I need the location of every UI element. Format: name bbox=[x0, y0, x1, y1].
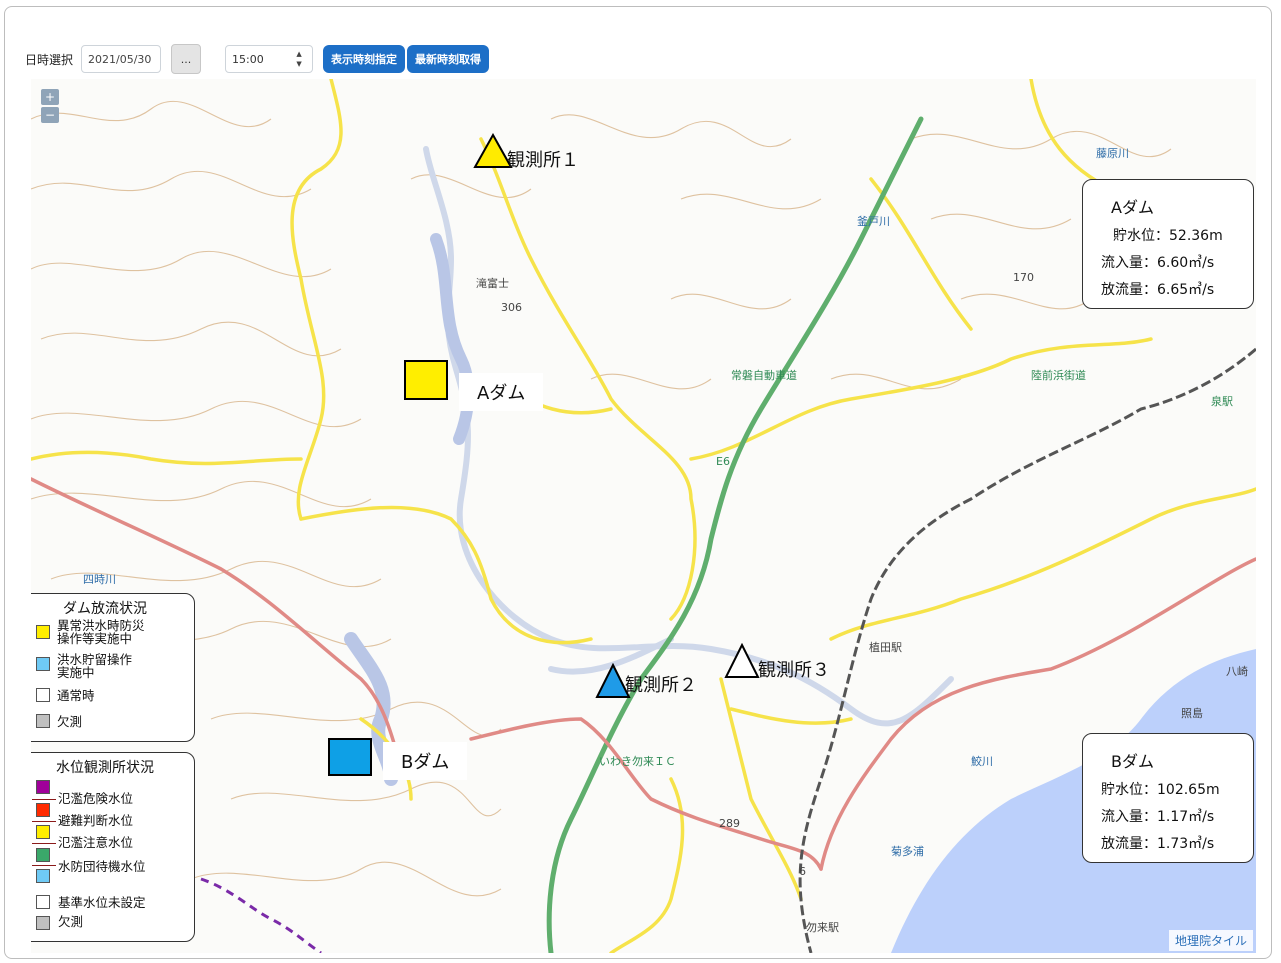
info-outflow: 放流量：6.65㎥/s bbox=[1101, 282, 1215, 298]
dam-b-label[interactable]: Bダム bbox=[383, 742, 468, 780]
dam-a-square-icon[interactable] bbox=[404, 360, 448, 400]
zoom-in-button[interactable]: + bbox=[41, 89, 59, 105]
place-label: 照島 bbox=[1181, 706, 1203, 720]
time-spinner[interactable]: ▲ ▼ bbox=[290, 50, 308, 68]
display-time-button[interactable]: 表示時刻指定 bbox=[323, 45, 406, 73]
station-3-fill bbox=[724, 643, 760, 678]
legend-swatch bbox=[36, 780, 50, 794]
time-value: 15:00 bbox=[232, 52, 264, 66]
dam-b-info-box: Bダム 貯水位：102.65m 流入量：1.17㎥/s 放流量：1.73㎥/s bbox=[1082, 733, 1254, 863]
dam-a-info-box: Aダム 貯水位：52.36m 流入量：6.60㎥/s 放流量：6.65㎥/s bbox=[1082, 179, 1254, 309]
zoom-out-button[interactable]: − bbox=[41, 107, 59, 123]
place-label: 植田駅 bbox=[869, 640, 902, 654]
zoom-control: + − bbox=[41, 89, 59, 123]
info-storage: 貯水位：52.36m bbox=[1113, 228, 1223, 244]
date-label: 日時選択 bbox=[25, 52, 74, 67]
place-label: E6 bbox=[716, 455, 730, 468]
legend-item: 欠測 bbox=[58, 914, 84, 929]
legend-line bbox=[32, 843, 56, 844]
dam-a-label[interactable]: Aダム bbox=[459, 373, 544, 411]
station-1-label[interactable]: 観測所１ bbox=[507, 146, 579, 172]
legend-line bbox=[32, 865, 56, 866]
legend-line bbox=[32, 821, 56, 822]
legend-swatch bbox=[36, 825, 50, 839]
station-1-fill bbox=[473, 133, 513, 168]
legend-item: 水防団待機水位 bbox=[58, 859, 146, 874]
place-label: 289 bbox=[719, 817, 740, 830]
place-label: 四時川 bbox=[83, 573, 116, 586]
station-legend: 水位観測所状況 氾濫危険水位 避難判断水位 氾濫注意水位 水防団待機水位 基準水… bbox=[31, 752, 195, 942]
place-label: 170 bbox=[1013, 271, 1034, 284]
spin-up-icon[interactable]: ▲ bbox=[296, 50, 301, 58]
dam-legend-title: ダム放流状況 bbox=[63, 601, 147, 617]
dam-legend: ダム放流状況 異常洪水時防災 操作等実施中 洪水貯留操作 実施中 通常時 欠測 bbox=[31, 593, 195, 742]
spin-down-icon[interactable]: ▼ bbox=[296, 60, 301, 68]
place-label: 鮫川 bbox=[971, 754, 993, 768]
legend-swatch bbox=[36, 657, 50, 671]
place-label: 泉駅 bbox=[1211, 394, 1233, 408]
legend-swatch bbox=[36, 848, 50, 862]
place-label: 勿来駅 bbox=[806, 921, 839, 934]
place-label: 陸前浜街道 bbox=[1031, 368, 1086, 382]
legend-swatch bbox=[36, 869, 50, 883]
place-label: いわき勿来ＩＣ bbox=[599, 755, 676, 768]
map-background: 滝富士 306 170 藤原川 四時川 植田駅 照島 鮫川 勿来駅 いわき勿来Ｉ… bbox=[31, 79, 1256, 953]
legend-item: 洪水貯留操作 実施中 bbox=[57, 652, 133, 680]
legend-item: 異常洪水時防災 操作等実施中 bbox=[57, 618, 145, 646]
station-2-label[interactable]: 観測所２ bbox=[625, 671, 697, 697]
place-label: 菊多浦 bbox=[891, 844, 924, 858]
legend-line bbox=[32, 799, 56, 800]
info-inflow: 流入量：1.17㎥/s bbox=[1101, 809, 1215, 825]
info-storage: 貯水位：102.65m bbox=[1101, 782, 1220, 798]
legend-swatch bbox=[36, 714, 50, 728]
info-title: Bダム bbox=[1111, 752, 1154, 771]
place-label: 306 bbox=[501, 301, 522, 314]
station-legend-title: 水位観測所状況 bbox=[56, 760, 154, 776]
date-picker-button[interactable]: ... bbox=[171, 44, 202, 74]
map-credit-link[interactable]: 地理院タイル bbox=[1168, 930, 1253, 951]
station-3-label[interactable]: 観測所３ bbox=[758, 656, 830, 682]
legend-item: 基準水位未設定 bbox=[58, 895, 146, 910]
legend-swatch bbox=[36, 625, 50, 639]
legend-swatch bbox=[36, 895, 50, 909]
legend-item: 避難判断水位 bbox=[58, 813, 134, 828]
place-label: 八崎 bbox=[1226, 664, 1248, 678]
info-outflow: 放流量：1.73㎥/s bbox=[1101, 836, 1215, 852]
place-label: 藤原川 bbox=[1096, 147, 1129, 160]
latest-time-button[interactable]: 最新時刻取得 bbox=[407, 45, 490, 73]
time-input[interactable]: 15:00 ▲ ▼ bbox=[225, 45, 314, 73]
legend-swatch bbox=[36, 803, 50, 817]
toolbar: 日時選択 2021/05/30 ... 15:00 ▲ ▼ 表示時刻指定 最新時… bbox=[25, 44, 490, 74]
legend-item: 氾濫注意水位 bbox=[58, 835, 134, 850]
legend-swatch bbox=[36, 916, 50, 930]
place-label: 常磐自動車道 bbox=[731, 368, 797, 382]
map-view[interactable]: 滝富士 306 170 藤原川 四時川 植田駅 照島 鮫川 勿来駅 いわき勿来Ｉ… bbox=[31, 79, 1256, 953]
date-input[interactable]: 2021/05/30 bbox=[81, 45, 162, 73]
legend-item: 欠測 bbox=[57, 714, 83, 729]
info-title: Aダム bbox=[1111, 198, 1154, 217]
place-label: 6 bbox=[799, 865, 806, 878]
info-inflow: 流入量：6.60㎥/s bbox=[1101, 255, 1215, 271]
legend-item: 氾濫危険水位 bbox=[58, 791, 134, 806]
place-label: 滝富士 bbox=[476, 276, 509, 290]
place-label: 釜戸川 bbox=[857, 214, 890, 228]
legend-item: 通常時 bbox=[57, 688, 95, 703]
legend-swatch bbox=[36, 688, 50, 702]
dam-b-square-icon[interactable] bbox=[328, 738, 372, 776]
station-3-triangle-icon[interactable] bbox=[724, 643, 760, 679]
